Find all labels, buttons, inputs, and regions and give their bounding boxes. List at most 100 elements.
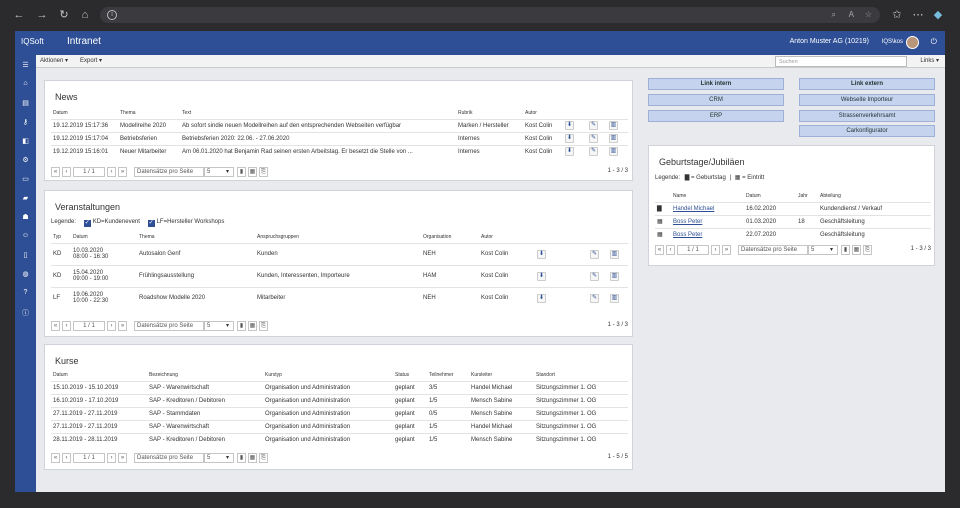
edit-icon[interactable]: ✎ — [590, 271, 599, 281]
address-bar[interactable]: i ⌕ A ☆ — [100, 7, 880, 23]
first-page-button[interactable]: « — [51, 321, 60, 331]
edit-icon[interactable]: ✎ — [589, 147, 598, 157]
page-input[interactable]: 1 / 1 — [677, 245, 709, 255]
next-page-button[interactable]: › — [711, 245, 720, 255]
home-icon[interactable]: ⌂ — [15, 80, 36, 87]
bookmark-icon[interactable]: ▮ — [237, 321, 246, 331]
first-page-button[interactable]: « — [51, 453, 60, 463]
next-page-button[interactable]: › — [107, 167, 116, 177]
last-page-button[interactable]: » — [118, 453, 127, 463]
per-page-select[interactable]: 5 — [808, 245, 838, 255]
prev-page-button[interactable]: ‹ — [62, 321, 71, 331]
back-icon[interactable]: ← — [12, 8, 26, 22]
per-page-select[interactable]: 5 — [204, 321, 234, 331]
per-page-label[interactable]: Datensätze pro Seite — [134, 321, 204, 331]
brand-logo[interactable]: IQSoft — [21, 37, 44, 46]
per-page-select[interactable]: 5 — [204, 167, 234, 177]
legend-checkbox-kd[interactable]: ✓ — [83, 220, 91, 227]
help-icon[interactable]: ? — [15, 289, 36, 296]
favorites-icon[interactable]: ✩ — [890, 8, 904, 22]
last-page-button[interactable]: » — [118, 167, 127, 177]
table-icon[interactable]: ▦ — [852, 245, 861, 255]
table-row[interactable]: 27.11.2019 - 27.11.2019 SAP - Warenwirtsc… — [51, 419, 628, 433]
home-icon[interactable]: ⌂ — [78, 8, 92, 22]
link-extern-header[interactable]: Link extern — [799, 78, 935, 90]
table-row[interactable]: KD 15.04.2020 09:00 - 19:00 Frühlingsausste… — [51, 264, 628, 287]
table-row[interactable]: 19.12.2019 15:17:36 Modellreihe 2020 Ab so… — [51, 118, 628, 132]
export-menu[interactable]: Export ▾ — [80, 57, 102, 64]
edit-icon[interactable]: ✎ — [590, 293, 599, 303]
download-icon[interactable]: ⬇ — [565, 147, 574, 157]
person-link[interactable]: Boss Peter — [673, 219, 702, 225]
info-icon[interactable]: ⓘ — [15, 308, 36, 318]
export-icon[interactable]: ⎘ — [259, 321, 268, 331]
table-row[interactable]: 28.11.2019 - 28.11.2019 SAP - Kreditoren … — [51, 432, 628, 446]
edit-icon[interactable]: ✎ — [590, 249, 599, 259]
page-input[interactable]: 1 / 1 — [73, 453, 105, 463]
person-link[interactable]: Handel Michael — [673, 206, 714, 212]
globe-icon[interactable]: ◍ — [15, 270, 36, 278]
table-row[interactable]: 19.12.2019 15:17:04 Betriebsferien Betrieb… — [51, 131, 628, 145]
link-strassenverkehrsamt[interactable]: Strassenverkehrsamt — [799, 110, 935, 122]
delete-icon[interactable]: ▥ — [609, 121, 618, 130]
per-page-label[interactable]: Datensätze pro Seite — [738, 245, 808, 255]
company-name[interactable]: Anton Muster AG (10219) — [790, 38, 869, 45]
menu-icon[interactable]: ☰ — [15, 61, 36, 69]
table-row[interactable]: ▇ Handel Michael 16.02.2020 Kundendienst / … — [655, 201, 931, 215]
page-input[interactable]: 1 / 1 — [73, 167, 105, 177]
download-icon[interactable]: ⬇ — [565, 121, 574, 130]
search-input[interactable]: Suchen — [775, 56, 907, 67]
last-page-button[interactable]: » — [722, 245, 731, 255]
first-page-button[interactable]: « — [51, 167, 60, 177]
delete-icon[interactable]: ▥ — [610, 249, 619, 259]
copilot-icon[interactable]: ◆ — [931, 8, 945, 22]
next-page-button[interactable]: › — [107, 321, 116, 331]
book-icon[interactable]: ▭ — [15, 175, 36, 183]
table-row[interactable]: ▦ Boss Peter 22.07.2020 Geschäftsleitung — [655, 227, 931, 241]
table-icon[interactable]: ▦ — [248, 167, 257, 177]
link-webseite-importeur[interactable]: Webseite Importeur — [799, 94, 935, 106]
export-icon[interactable]: ⎘ — [259, 453, 268, 463]
logout-icon[interactable]: ⏻ — [931, 37, 937, 47]
table-row[interactable]: ▦ Boss Peter 01.03.2020 18 Geschäftsleitung — [655, 214, 931, 228]
car-icon[interactable]: ◧ — [15, 137, 36, 145]
table-icon[interactable]: ▦ — [248, 453, 257, 463]
bookmark-icon[interactable]: ▮ — [841, 245, 850, 255]
prev-page-button[interactable]: ‹ — [62, 453, 71, 463]
table-row[interactable]: KD 10.03.2020 08:00 - 16:30 Autosalon Genf K… — [51, 242, 628, 265]
delete-icon[interactable]: ▥ — [609, 134, 618, 143]
download-icon[interactable]: ⬇ — [537, 249, 546, 259]
avatar[interactable] — [906, 36, 919, 49]
read-aloud-icon[interactable]: A — [849, 9, 854, 21]
per-page-select[interactable]: 5 — [204, 453, 234, 463]
document-icon[interactable]: ▯ — [15, 251, 36, 259]
download-icon[interactable]: ⬇ — [537, 293, 546, 303]
truck-icon[interactable]: ▰ — [15, 194, 36, 202]
delete-icon[interactable]: ▥ — [609, 147, 618, 157]
person-link[interactable]: Boss Peter — [673, 232, 702, 238]
table-row[interactable]: 15.10.2019 - 15.10.2019 SAP - Warenwirtsc… — [51, 380, 628, 394]
link-crm[interactable]: CRM — [648, 94, 784, 106]
download-icon[interactable]: ⬇ — [565, 134, 574, 143]
per-page-label[interactable]: Datensätze pro Seite — [134, 167, 204, 177]
key-icon[interactable]: ⚷ — [15, 118, 36, 126]
link-carkonfigurator[interactable]: Carkonfigurator — [799, 125, 935, 137]
zoom-icon[interactable]: ⌕ — [832, 9, 836, 21]
bookmark-icon[interactable]: ▮ — [237, 453, 246, 463]
delete-icon[interactable]: ▥ — [610, 293, 619, 303]
forward-icon[interactable]: → — [35, 8, 49, 22]
table-row[interactable]: LF 19.06.2020 10:00 - 22:30 Roadshow Modell… — [51, 286, 628, 309]
links-menu[interactable]: Links ▾ — [920, 57, 939, 64]
link-erp[interactable]: ERP — [648, 110, 784, 122]
more-icon[interactable]: ⋯ — [911, 8, 925, 22]
table-row[interactable]: 16.10.2019 - 17.10.2019 SAP - Kreditoren … — [51, 393, 628, 407]
export-icon[interactable]: ⎘ — [259, 167, 268, 177]
prev-page-button[interactable]: ‹ — [666, 245, 675, 255]
favorite-star-icon[interactable]: ☆ — [865, 9, 872, 21]
settings-icon[interactable]: ⚙ — [15, 156, 36, 164]
export-icon[interactable]: ⎘ — [863, 245, 872, 255]
edit-icon[interactable]: ✎ — [589, 134, 598, 143]
reload-icon[interactable]: ↻ — [57, 8, 71, 22]
user-icon[interactable]: ☺ — [15, 232, 36, 239]
link-intern-header[interactable]: Link intern — [648, 78, 784, 90]
